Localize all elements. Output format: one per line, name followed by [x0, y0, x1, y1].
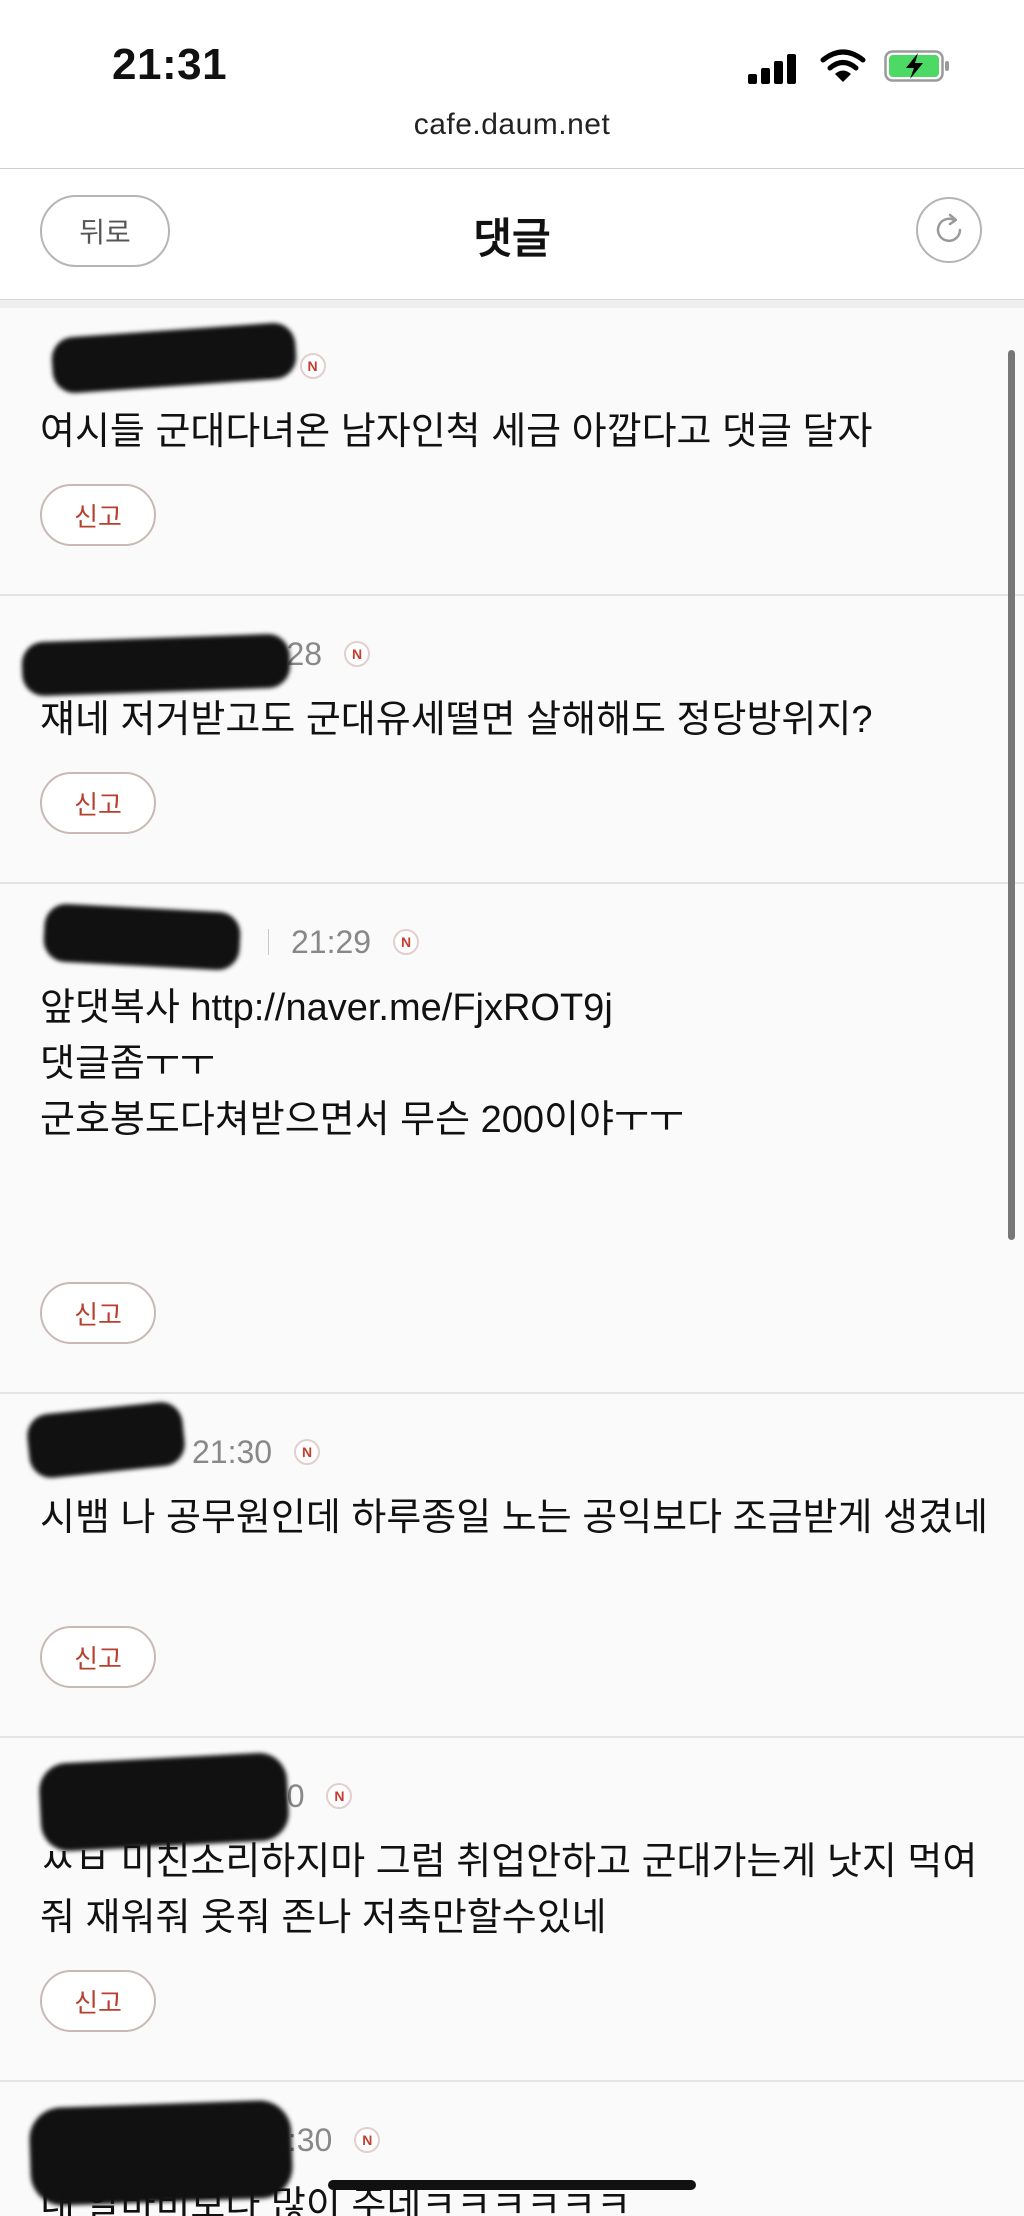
- comment-text: ㅆㅂ 미친소리하지마 그럼 취업안하고 군대가는게 낫지 먹여줘 재워줘 옷줘 …: [40, 1841, 978, 1939]
- status-time: 21:31: [112, 40, 228, 89]
- new-badge-icon: N: [344, 641, 371, 667]
- signal-icon: [748, 52, 798, 84]
- comment-list[interactable]: 29 N 여시들 군대다녀온 남자인척 세금 아깝다고 댓글 달자 신고 21:…: [0, 308, 1024, 2216]
- report-button[interactable]: 신고: [40, 1970, 156, 2032]
- comment-text: 쟤네 저거받고도 군대유세떨면 살해해도 정당방위지?: [40, 699, 873, 741]
- status-bar: 21:31 cafe.daum.net: [0, 0, 1024, 141]
- report-button[interactable]: 신고: [40, 772, 156, 834]
- new-badge-icon: N: [393, 929, 420, 955]
- new-badge-icon: N: [294, 1439, 321, 1465]
- comment-text: 시뱀 나 공무원인데 하루종일 노는 공익보다 조금받게 생겼네: [40, 1497, 988, 1539]
- report-button[interactable]: 신고: [40, 1282, 156, 1344]
- comment-time: 21:29: [291, 923, 372, 960]
- comment-item: 29 N 여시들 군대다녀온 남자인척 세금 아깝다고 댓글 달자 신고: [0, 308, 1024, 596]
- redaction-mark: [21, 633, 291, 697]
- comment-item: :30 N ㅆㅂ 미친소리하지마 그럼 취업안하고 군대가는게 낫지 먹여줘 재…: [0, 1738, 1024, 2082]
- comments-header: 뒤로 댓글: [0, 168, 1024, 300]
- back-button[interactable]: 뒤로: [40, 195, 170, 267]
- new-badge-icon: N: [354, 2127, 381, 2153]
- wifi-icon: [820, 49, 866, 82]
- refresh-icon: [936, 213, 962, 243]
- comment-item: 1:30 N 내 알바비보다 많이 주네ㅋㅋㅋㅋㅋㅋ: [0, 2082, 1024, 2216]
- redaction-mark: [42, 902, 242, 972]
- meta-separator: [268, 929, 269, 955]
- report-button[interactable]: 신고: [40, 1626, 156, 1688]
- comment-item: 21:30 N 시뱀 나 공무원인데 하루종일 노는 공익보다 조금받게 생겼네…: [0, 1394, 1024, 1738]
- comment-item: 21:28 N 쟤네 저거받고도 군대유세떨면 살해해도 정당방위지? 신고: [0, 596, 1024, 884]
- comment-text: 여시들 군대다녀온 남자인척 세금 아깝다고 댓글 달자: [40, 411, 873, 453]
- comment-text: 앞댓복사 http://naver.me/FjxROT9j 댓글좀ㅜㅜ 군호봉도…: [40, 987, 684, 1141]
- home-indicator[interactable]: [328, 2180, 696, 2190]
- refresh-button[interactable]: [916, 197, 982, 263]
- comment-time: 21:30: [192, 1433, 273, 1470]
- comment-item: 21:29 N 앞댓복사 http://naver.me/FjxROT9j 댓글…: [0, 884, 1024, 1394]
- battery-charging-icon: [884, 50, 949, 82]
- new-badge-icon: N: [299, 353, 326, 379]
- new-badge-icon: N: [326, 1783, 353, 1809]
- browser-url[interactable]: cafe.daum.net: [0, 108, 1024, 142]
- scrollbar[interactable]: [1008, 350, 1015, 1240]
- report-button[interactable]: 신고: [40, 484, 156, 546]
